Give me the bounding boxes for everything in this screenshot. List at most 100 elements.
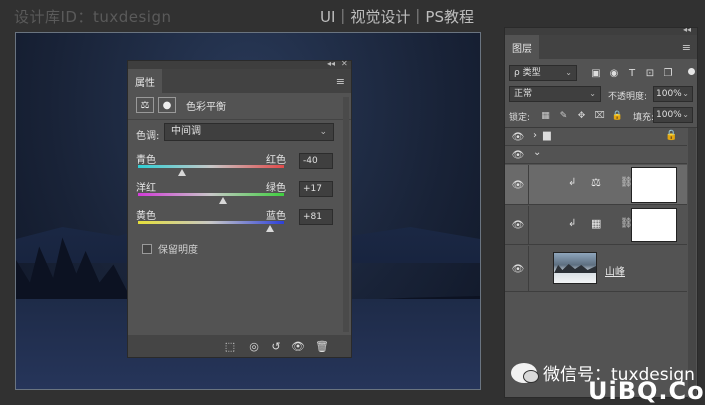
filter-toggle[interactable]	[688, 68, 695, 75]
shape-filter-icon[interactable]: ⊡	[643, 66, 657, 80]
color-balance-icon[interactable]: ⚖	[136, 97, 154, 113]
lock-image-icon[interactable]: ✎	[557, 109, 570, 122]
slider-right-label: 绿色	[266, 183, 286, 194]
slider-track[interactable]	[138, 193, 284, 196]
properties-topstrip: ◂◂ ✕	[128, 59, 351, 69]
eye-icon[interactable]: 👁	[512, 219, 525, 231]
preserve-luminosity-checkbox[interactable]: 保留明度	[142, 241, 198, 256]
watermark-ps-tutorial: UI｜视觉设计｜PS教程	[320, 8, 474, 26]
lock-all-icon[interactable]: 🔒	[611, 109, 624, 122]
slider-thumb[interactable]	[266, 225, 275, 232]
collapse-icon[interactable]: ◂◂	[683, 25, 691, 34]
layer-row-levels[interactable]: 👁 ↲ ▦ ⛓	[505, 206, 687, 245]
collapse-icon[interactable]: ◂◂	[327, 59, 335, 68]
eye-icon[interactable]: 👁	[512, 263, 525, 275]
chevron-down-icon: ⌄	[682, 89, 689, 98]
site-watermark: UiBQ.CoM	[588, 377, 705, 405]
layers-panel: ◂◂ 图层 ≡ ρ 类型 ⌄ ▣ ◉ T ⊡ ❐ 正常 ⌄ 不透明度: 100%…	[504, 25, 698, 398]
adjustment-filter-icon[interactable]: ◉	[607, 66, 621, 80]
layers-scrollbar[interactable]	[688, 128, 696, 398]
blend-mode-value: 正常	[514, 89, 533, 99]
layer-group-expanded-row[interactable]: 👁 ⌄	[505, 146, 687, 164]
layer-row-photo[interactable]: 👁 山峰	[505, 246, 687, 292]
tone-label: 色调:	[136, 131, 160, 142]
chevron-down-icon: ⌄	[319, 127, 327, 137]
filter-select-value: ρ 类型	[514, 68, 541, 78]
lock-label: 锁定:	[509, 113, 531, 123]
levels-icon[interactable]: ▦	[591, 217, 601, 230]
chevron-down-icon: ⌄	[589, 89, 596, 98]
close-icon[interactable]: ✕	[341, 59, 348, 68]
yellow-blue-value[interactable]: +81	[299, 209, 333, 225]
adjustment-header: ⚖ ● 色彩平衡	[136, 97, 226, 113]
properties-panel: ◂◂ ✕ 属性 ≡ ⚖ ● 色彩平衡 色调: 中间调 ⌄ 青色 红色 -40 洋…	[127, 59, 352, 358]
color-balance-icon[interactable]: ⚖	[591, 176, 601, 189]
opacity-value: 100%	[656, 89, 682, 99]
type-filter-icon[interactable]: T	[625, 66, 639, 80]
photo-thumbnail[interactable]	[553, 252, 597, 284]
slider-left-label: 青色	[136, 155, 156, 166]
blend-mode-select[interactable]: 正常 ⌄	[509, 86, 601, 102]
adjustment-title: 色彩平衡	[186, 101, 226, 113]
chevron-down-icon: ⌄	[565, 68, 572, 77]
properties-scrollbar[interactable]	[343, 97, 349, 332]
trash-icon[interactable]: 🗑	[312, 337, 332, 355]
properties-tabbar: 属性 ≡	[128, 69, 351, 93]
chevron-right-icon[interactable]: ›	[533, 130, 537, 141]
mask-icon[interactable]: ●	[158, 97, 176, 113]
fill-value: 100%	[656, 110, 682, 120]
layer-mask-thumbnail[interactable]	[631, 167, 677, 203]
slider-right-label: 蓝色	[266, 211, 286, 222]
panel-menu-icon[interactable]: ≡	[682, 41, 691, 54]
layers-topstrip: ◂◂	[505, 25, 697, 35]
tab-layers[interactable]: 图层	[505, 35, 539, 59]
eye-icon[interactable]: 👁	[512, 179, 525, 191]
checkbox-box[interactable]	[142, 243, 152, 254]
chevron-down-icon[interactable]: ⌄	[533, 147, 541, 158]
lock-artboard-icon[interactable]: ⌧	[593, 109, 606, 122]
layer-row-color-balance[interactable]: 👁 ↲ ⚖ ⛓	[505, 165, 687, 205]
clip-to-layer-icon[interactable]: ⬚	[220, 337, 240, 355]
eye-icon[interactable]: 👁	[512, 149, 525, 161]
view-previous-icon[interactable]: ◎	[244, 337, 264, 355]
reset-icon[interactable]: ↺	[266, 337, 286, 355]
folder-icon: ▆	[543, 130, 551, 141]
lock-icon: 🔒	[665, 130, 678, 141]
layer-group-row[interactable]: 👁 › ▆ 🔒	[505, 128, 687, 146]
tab-properties[interactable]: 属性	[128, 69, 162, 93]
tone-select-value: 中间调	[171, 126, 201, 137]
fill-label: 填充:	[633, 113, 655, 123]
layer-mask-thumbnail[interactable]	[631, 208, 677, 242]
layer-name[interactable]: 山峰	[605, 263, 625, 278]
slider-thumb[interactable]	[177, 169, 186, 176]
opacity-label: 不透明度:	[608, 92, 648, 102]
tone-select[interactable]: 中间调 ⌄	[164, 123, 334, 141]
slider-track[interactable]	[138, 221, 284, 224]
layers-tabbar: 图层 ≡	[505, 35, 697, 59]
panel-menu-icon[interactable]: ≡	[336, 75, 345, 88]
preserve-luminosity-label: 保留明度	[158, 245, 198, 256]
divider	[128, 119, 351, 120]
slider-left-label: 洋红	[136, 183, 156, 194]
chevron-down-icon: ⌄	[682, 110, 689, 119]
watermark-designlib: 设计库ID：tuxdesign	[14, 8, 172, 26]
slider-left-label: 黄色	[136, 211, 156, 222]
fill-input[interactable]: 100% ⌄	[653, 107, 693, 123]
opacity-input[interactable]: 100% ⌄	[653, 86, 693, 102]
clipping-icon: ↲	[568, 177, 577, 188]
lock-position-icon[interactable]: ✥	[575, 109, 588, 122]
slider-track[interactable]	[138, 165, 284, 168]
slider-thumb[interactable]	[219, 197, 228, 204]
properties-bottombar: ⬚ ◎ ↺ 👁 🗑	[128, 335, 351, 357]
magenta-green-value[interactable]: +17	[299, 181, 333, 197]
visibility-icon[interactable]: 👁	[288, 337, 308, 355]
pixel-filter-icon[interactable]: ▣	[589, 66, 603, 80]
slider-right-label: 红色	[266, 155, 286, 166]
clipping-icon: ↲	[568, 218, 577, 229]
smartobject-filter-icon[interactable]: ❐	[661, 66, 675, 80]
lock-transparent-icon[interactable]: ▦	[539, 109, 552, 122]
cyan-red-value[interactable]: -40	[299, 153, 333, 169]
layer-filter-select[interactable]: ρ 类型 ⌄	[509, 65, 577, 81]
eye-icon[interactable]: 👁	[512, 131, 525, 143]
wechat-icon	[511, 362, 539, 383]
